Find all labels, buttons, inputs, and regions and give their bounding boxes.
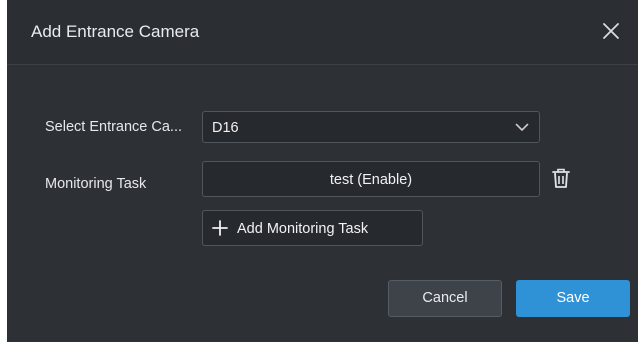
camera-select[interactable]: D16 xyxy=(202,111,540,143)
chevron-down-icon xyxy=(515,123,529,131)
add-entrance-camera-dialog: Add Entrance Camera Select Entrance Ca..… xyxy=(7,0,638,342)
plus-icon xyxy=(212,220,228,236)
camera-select-value: D16 xyxy=(212,120,239,136)
dialog-title: Add Entrance Camera xyxy=(31,22,200,41)
close-icon[interactable] xyxy=(598,18,624,44)
save-button[interactable]: Save xyxy=(516,280,630,317)
add-monitoring-task-label: Add Monitoring Task xyxy=(237,221,369,237)
monitoring-task-label-text: test (Enable) xyxy=(329,172,413,188)
trash-icon[interactable] xyxy=(551,167,571,189)
add-monitoring-task-button[interactable]: Add Monitoring Task xyxy=(202,210,423,246)
cancel-button[interactable]: Cancel xyxy=(388,280,502,317)
dialog-header: Add Entrance Camera xyxy=(7,0,638,65)
monitoring-task-label: Monitoring Task xyxy=(45,176,147,192)
select-camera-label: Select Entrance Ca... xyxy=(45,119,183,135)
monitoring-task-item[interactable]: test (Enable) xyxy=(202,161,540,197)
